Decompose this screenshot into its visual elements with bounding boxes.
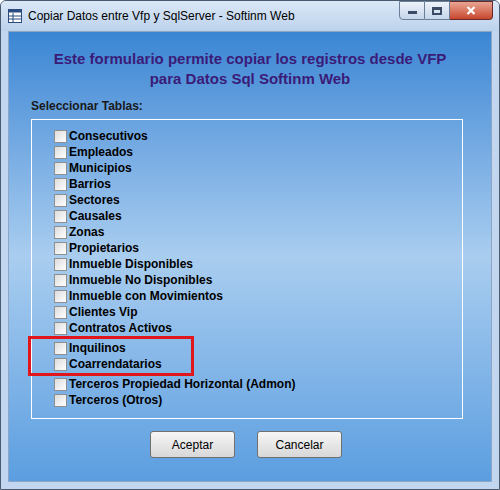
table-label: Clientes Vip xyxy=(69,304,137,320)
button-row: Aceptar Cancelar xyxy=(9,431,491,458)
tables-label: Seleccionar Tablas: xyxy=(31,98,491,114)
table-row[interactable]: Clientes Vip xyxy=(54,304,462,320)
table-row[interactable]: Barrios xyxy=(54,176,462,192)
table-row[interactable]: Consecutivos xyxy=(54,128,462,144)
table-row[interactable]: Municipios xyxy=(54,160,462,176)
table-label: Terceros Propiedad Horizontal (Admon) xyxy=(69,376,295,392)
table-checkbox[interactable] xyxy=(54,226,67,239)
maximize-button[interactable] xyxy=(425,1,450,20)
table-checkbox[interactable] xyxy=(54,146,67,159)
table-checkbox[interactable] xyxy=(54,258,67,271)
close-icon xyxy=(466,6,476,15)
table-label: Zonas xyxy=(69,224,104,240)
table-checkbox[interactable] xyxy=(54,290,67,303)
maximize-icon xyxy=(432,7,442,15)
table-row[interactable]: Terceros (Otros) xyxy=(54,392,462,408)
table-row[interactable]: Inmueble Disponibles xyxy=(54,256,462,272)
table-checkbox[interactable] xyxy=(54,178,67,191)
table-row[interactable]: Contratos Activos xyxy=(54,320,462,336)
table-label: Terceros (Otros) xyxy=(69,392,162,408)
table-checkbox[interactable] xyxy=(54,306,67,319)
table-label: Inmueble con Movimientos xyxy=(69,288,223,304)
window: Copiar Datos entre Vfp y SqlServer - Sof… xyxy=(0,0,500,490)
table-label: Inquilinos xyxy=(69,340,126,356)
table-label: Inmueble No Disponibles xyxy=(69,272,212,288)
table-label: Empleados xyxy=(69,144,133,160)
close-button[interactable] xyxy=(450,1,493,20)
table-checkbox[interactable] xyxy=(54,342,67,355)
table-label: Causales xyxy=(69,208,122,224)
table-label: Coarrendatarios xyxy=(69,356,162,372)
minimize-icon xyxy=(408,11,417,14)
table-checkbox[interactable] xyxy=(54,210,67,223)
table-row[interactable]: Inmueble No Disponibles xyxy=(54,272,462,288)
table-checkbox[interactable] xyxy=(54,274,67,287)
table-row[interactable]: Causales xyxy=(54,208,462,224)
table-label: Contratos Activos xyxy=(69,320,172,336)
table-checkbox[interactable] xyxy=(54,394,67,407)
table-checkbox[interactable] xyxy=(54,130,67,143)
table-row[interactable]: Inquilinos xyxy=(54,340,191,356)
client-area: Este formulario permite copiar los regis… xyxy=(8,31,492,482)
table-checkbox[interactable] xyxy=(54,242,67,255)
table-label: Inmueble Disponibles xyxy=(69,256,193,272)
table-row[interactable]: Terceros Propiedad Horizontal (Admon) xyxy=(54,376,462,392)
accept-button[interactable]: Aceptar xyxy=(150,431,235,458)
table-checkbox[interactable] xyxy=(54,322,67,335)
minimize-button[interactable] xyxy=(399,1,425,20)
app-icon xyxy=(8,9,22,23)
table-row[interactable]: Inmueble con Movimientos xyxy=(54,288,462,304)
heading: Este formulario permite copiar los regis… xyxy=(9,49,491,89)
table-label: Sectores xyxy=(69,192,120,208)
table-checkbox[interactable] xyxy=(54,194,67,207)
table-checkbox[interactable] xyxy=(54,358,67,371)
table-label: Barrios xyxy=(69,176,111,192)
table-row[interactable]: Empleados xyxy=(54,144,462,160)
table-checkbox[interactable] xyxy=(54,378,67,391)
table-checkbox[interactable] xyxy=(54,162,67,175)
table-row[interactable]: Zonas xyxy=(54,224,462,240)
window-title: Copiar Datos entre Vfp y SqlServer - Sof… xyxy=(28,7,295,25)
table-label: Propietarios xyxy=(69,240,139,256)
cancel-button[interactable]: Cancelar xyxy=(257,431,342,458)
table-label: Municipios xyxy=(69,160,132,176)
table-label: Consecutivos xyxy=(69,128,148,144)
title-bar[interactable]: Copiar Datos entre Vfp y SqlServer - Sof… xyxy=(1,1,499,31)
table-row[interactable]: Coarrendatarios xyxy=(54,356,191,372)
table-row[interactable]: Sectores xyxy=(54,192,462,208)
tables-list: ConsecutivosEmpleadosMunicipiosBarriosSe… xyxy=(31,119,463,419)
table-row[interactable]: Propietarios xyxy=(54,240,462,256)
highlight-box: InquilinosCoarrendatarios xyxy=(28,336,194,376)
